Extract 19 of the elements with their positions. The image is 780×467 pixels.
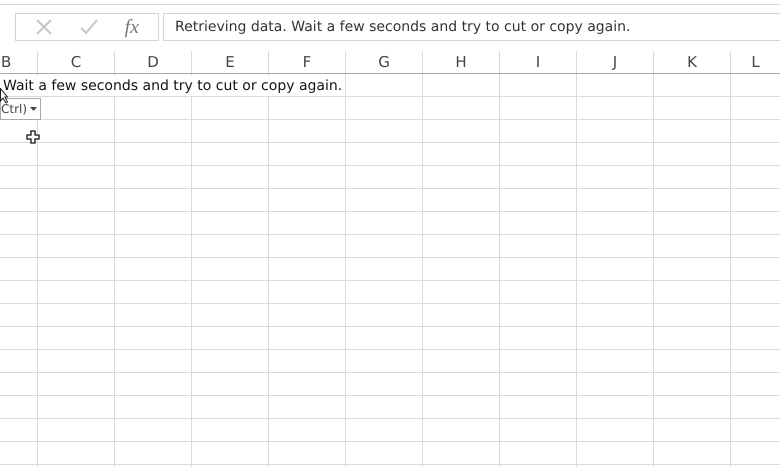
cancel-icon[interactable] xyxy=(34,18,53,36)
paste-options-button[interactable]: Ctrl) xyxy=(0,98,42,120)
column-header[interactable]: G xyxy=(346,51,423,73)
cell-grid[interactable]: Wait a few seconds and try to cut or copy again. Ctrl) xyxy=(0,74,780,467)
check-icon[interactable] xyxy=(78,18,99,36)
column-header[interactable]: D xyxy=(115,51,192,73)
column-header[interactable]: J xyxy=(577,51,654,73)
column-header[interactable]: H xyxy=(423,51,500,73)
column-header[interactable]: C xyxy=(38,51,115,73)
caret-icon xyxy=(30,106,38,110)
column-header[interactable]: L xyxy=(731,51,780,73)
formula-input[interactable]: Retrieving data. Wait a few seconds and try to cut or copy again. xyxy=(163,13,780,41)
column-header[interactable]: K xyxy=(654,51,731,73)
column-header[interactable]: B xyxy=(0,51,38,73)
move-cursor-icon xyxy=(26,130,40,144)
insert-function-button[interactable]: fx xyxy=(124,16,140,38)
column-header[interactable]: I xyxy=(500,51,577,73)
column-header[interactable]: E xyxy=(192,51,269,73)
column-header[interactable]: F xyxy=(269,51,346,73)
